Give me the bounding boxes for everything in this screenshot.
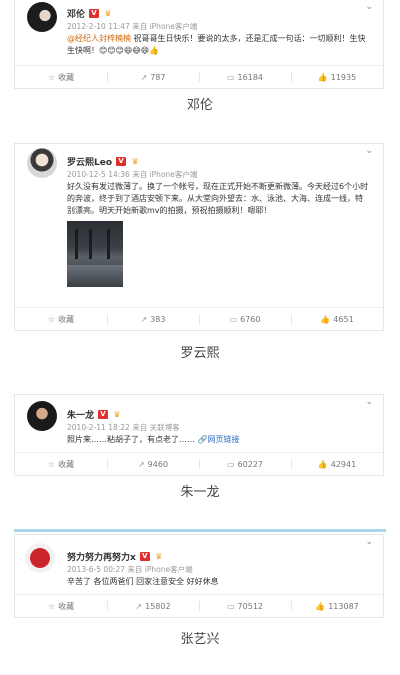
collect-button[interactable]: ☆ 收藏 xyxy=(15,308,107,330)
collect-button[interactable]: ☆ 收藏 xyxy=(15,66,107,88)
comment-button[interactable]: ▭ 70512 xyxy=(199,595,291,617)
comment-icon: ▭ xyxy=(226,72,235,82)
caption: 朱一龙 xyxy=(180,485,220,500)
post-actions: ☆ 收藏 ↗ 383 ▭ 6760 👍 4651 xyxy=(15,307,383,330)
crown-icon: ♛ xyxy=(113,409,121,419)
repost-icon: ↗ xyxy=(140,314,148,324)
comment-button[interactable]: ▭ 16184 xyxy=(199,66,291,88)
caption: 邓伦 xyxy=(186,98,213,113)
avatar[interactable] xyxy=(27,401,57,431)
chevron-down-icon[interactable]: ⌄ xyxy=(365,397,373,407)
weibo-post-card: ⌄ 罗云熙Leo V ♛ 2010-12-5 14:36 来自 iPhone客户… xyxy=(14,143,384,331)
repost-icon: ↗ xyxy=(140,72,148,82)
collect-button[interactable]: ☆ 收藏 xyxy=(15,595,107,617)
thumb-up-icon: 👍 xyxy=(315,601,326,611)
chevron-down-icon[interactable]: ⌄ xyxy=(365,146,373,156)
comment-button[interactable]: ▭ 6760 xyxy=(199,308,291,330)
verified-icon: V xyxy=(116,156,127,166)
post-photo[interactable] xyxy=(67,221,123,287)
user-name[interactable]: 罗云熙Leo xyxy=(67,155,112,168)
user-name[interactable]: 努力努力再努力x xyxy=(67,550,136,563)
avatar[interactable] xyxy=(25,543,55,573)
chevron-down-icon[interactable]: ⌄ xyxy=(365,2,373,12)
chevron-down-icon[interactable]: ⌄ xyxy=(365,537,373,547)
thumb-up-icon: 👍 xyxy=(320,314,331,324)
collect-button[interactable]: ☆ 收藏 xyxy=(15,453,107,475)
weibo-post-card: ⌄ 朱一龙 V ♛ 2010-2-11 18:22 来自 关联博客 照片来……粘… xyxy=(14,394,384,476)
caption: 张艺兴 xyxy=(180,632,220,647)
post-content: 辛苦了 各位两爸们 回家注意安全 好好休息 xyxy=(67,577,219,586)
crown-icon: ♛ xyxy=(131,156,139,166)
like-button[interactable]: 👍 42941 xyxy=(291,453,383,475)
crown-icon: ♛ xyxy=(155,551,163,561)
repost-button[interactable]: ↗ 787 xyxy=(107,66,199,88)
star-icon: ☆ xyxy=(47,459,56,469)
repost-button[interactable]: ↗ 15802 xyxy=(107,595,199,617)
like-button[interactable]: 👍 4651 xyxy=(291,308,383,330)
weibo-post-card: ⌄ 邓伦 V ♛ 2012-2-10 11:47 来自 iPhone客户端 @经… xyxy=(14,0,384,89)
caption: 罗云熙 xyxy=(180,346,220,361)
like-button[interactable]: 👍 11935 xyxy=(291,66,383,88)
weibo-post-card: ⌄ 努力努力再努力x V ♛ 2013-6-5 00:27 来自 iPhone客… xyxy=(14,534,384,618)
repost-button[interactable]: ↗ 383 xyxy=(107,308,199,330)
star-icon: ☆ xyxy=(47,314,56,324)
verified-icon: V xyxy=(98,409,109,419)
comment-icon: ▭ xyxy=(226,459,235,469)
post-meta: 2013-6-5 00:27 来自 iPhone客户端 xyxy=(67,565,193,574)
web-link[interactable]: 🔗网页链接 xyxy=(198,435,240,444)
divider xyxy=(14,529,386,532)
post-content: 好久没有发过微薄了。换了一个帐号，现在正式开始不断更新微薄。今天经过6个小时的奔… xyxy=(67,182,369,215)
thumb-up-icon: 👍 xyxy=(317,72,328,82)
mention-link[interactable]: @经纪人封梓楠楠 xyxy=(67,34,131,43)
star-icon: ☆ xyxy=(47,72,56,82)
post-actions: ☆ 收藏 ↗ 15802 ▭ 70512 👍 113087 xyxy=(15,594,383,617)
comment-button[interactable]: ▭ 60227 xyxy=(199,453,291,475)
post-content: 照片来……粘胡子了，有点老了…… 🔗网页链接 xyxy=(67,435,240,444)
repost-icon: ↗ xyxy=(137,459,145,469)
verified-icon: V xyxy=(89,8,100,18)
comment-icon: ▭ xyxy=(226,601,235,611)
thumb-up-icon: 👍 xyxy=(317,459,328,469)
avatar[interactable] xyxy=(27,148,57,178)
post-meta: 2010-12-5 14:36 来自 iPhone客户端 xyxy=(67,170,198,179)
like-button[interactable]: 👍 113087 xyxy=(291,595,383,617)
user-name[interactable]: 朱一龙 xyxy=(67,408,94,421)
verified-icon: V xyxy=(139,551,150,561)
post-content: @经纪人封梓楠楠 祝哥哥生日快乐！要说的太多，还是汇成一句话：一切顺利！生快生快… xyxy=(67,34,366,55)
star-icon: ☆ xyxy=(47,601,56,611)
repost-icon: ↗ xyxy=(135,601,143,611)
repost-button[interactable]: ↗ 9460 xyxy=(107,453,199,475)
post-actions: ☆ 收藏 ↗ 787 ▭ 16184 👍 11935 xyxy=(15,65,383,88)
comment-icon: ▭ xyxy=(229,314,238,324)
avatar[interactable] xyxy=(27,2,57,32)
crown-icon: ♛ xyxy=(104,8,112,18)
post-actions: ☆ 收藏 ↗ 9460 ▭ 60227 👍 42941 xyxy=(15,452,383,475)
post-meta: 2012-2-10 11:47 来自 iPhone客户端 xyxy=(67,22,198,31)
user-name[interactable]: 邓伦 xyxy=(67,7,85,20)
post-meta: 2010-2-11 18:22 来自 关联博客 xyxy=(67,423,180,432)
